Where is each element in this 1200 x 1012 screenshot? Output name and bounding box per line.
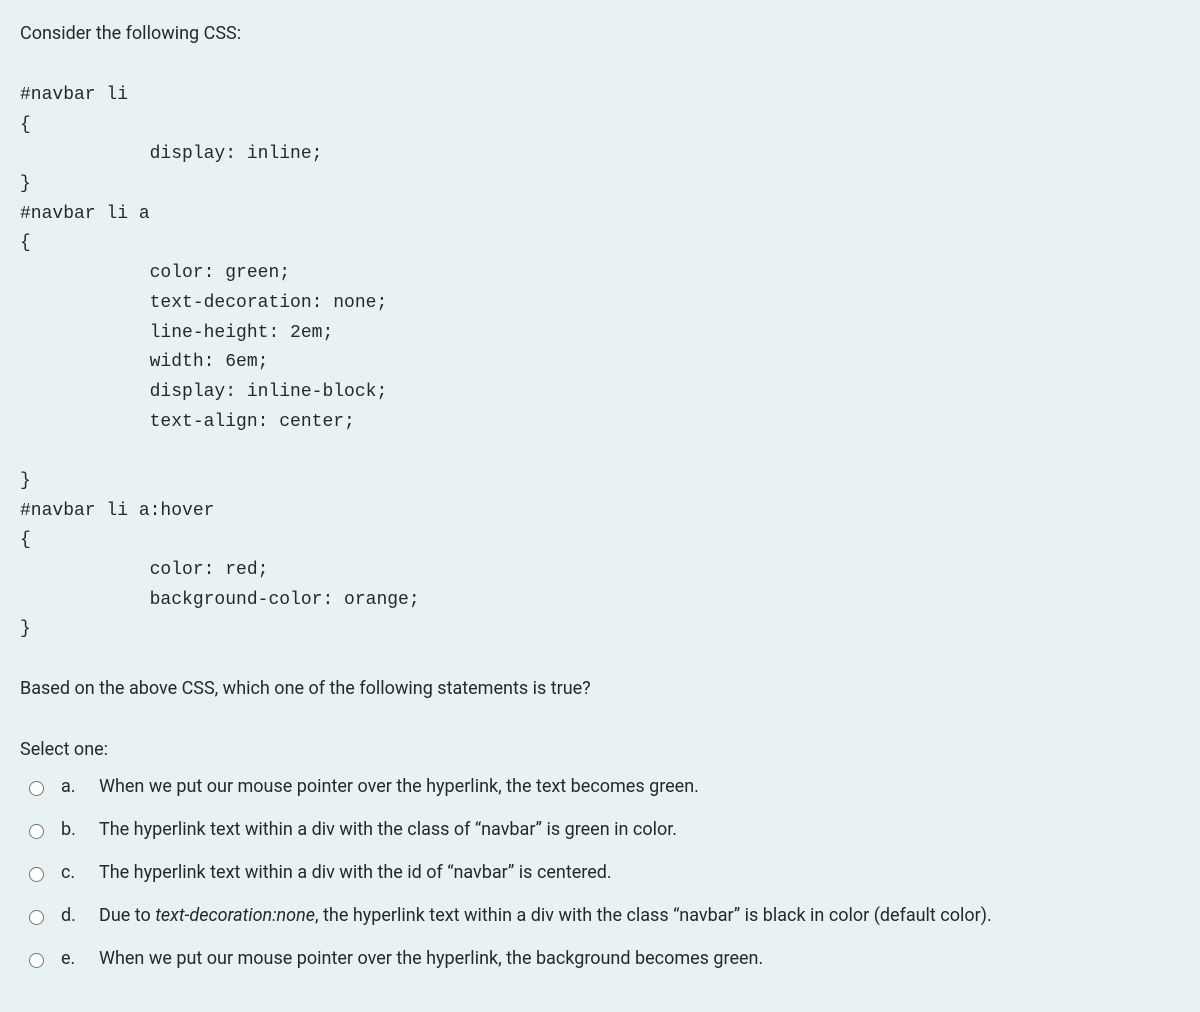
radio-e[interactable]: [29, 953, 44, 968]
option-a[interactable]: a. When we put our mouse pointer over th…: [24, 773, 1180, 800]
radio-d[interactable]: [29, 910, 44, 925]
option-letter: d.: [61, 902, 85, 929]
option-text: Due to text-decoration:none, the hyperli…: [99, 902, 992, 929]
option-e[interactable]: e. When we put our mouse pointer over th…: [24, 945, 1180, 972]
option-text: When we put our mouse pointer over the h…: [99, 773, 699, 800]
select-one-label: Select one:: [20, 736, 1180, 763]
option-d[interactable]: d. Due to text-decoration:none, the hype…: [24, 902, 1180, 929]
option-text: The hyperlink text within a div with the…: [99, 816, 677, 843]
option-letter: b.: [61, 816, 85, 843]
question-intro: Consider the following CSS:: [20, 20, 1180, 47]
option-letter: e.: [61, 945, 85, 972]
radio-a[interactable]: [29, 781, 44, 796]
radio-c[interactable]: [29, 867, 44, 882]
option-text: When we put our mouse pointer over the h…: [99, 945, 763, 972]
code-block: #navbar li { display: inline; } #navbar …: [20, 81, 1180, 645]
option-c[interactable]: c. The hyperlink text within a div with …: [24, 859, 1180, 886]
option-b[interactable]: b. The hyperlink text within a div with …: [24, 816, 1180, 843]
option-letter: a.: [61, 773, 85, 800]
option-text: The hyperlink text within a div with the…: [99, 859, 612, 886]
option-letter: c.: [61, 859, 85, 886]
options-group: a. When we put our mouse pointer over th…: [20, 773, 1180, 972]
question-prompt: Based on the above CSS, which one of the…: [20, 675, 1180, 702]
radio-b[interactable]: [29, 824, 44, 839]
